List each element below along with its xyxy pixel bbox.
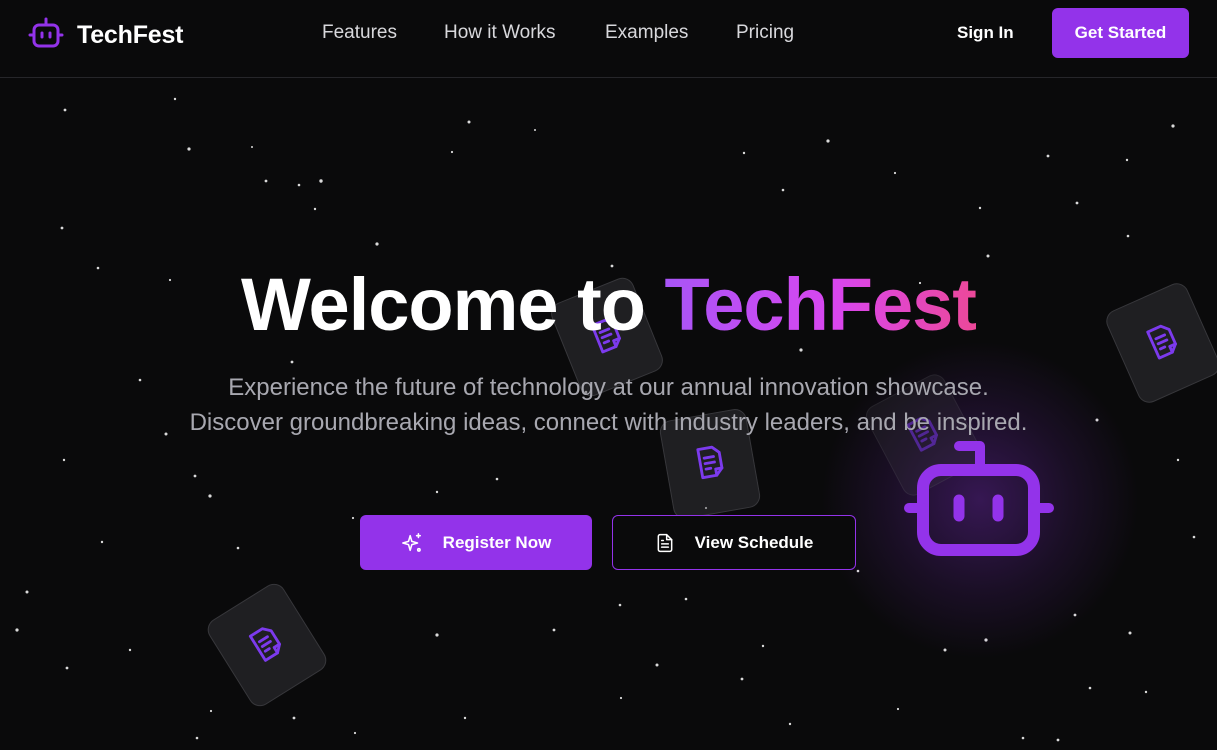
document-icon — [655, 533, 675, 553]
nav-link-how-it-works[interactable]: How it Works — [444, 22, 556, 44]
get-started-button[interactable]: Get Started — [1052, 8, 1189, 58]
hero-subtitle: Experience the future of technology at o… — [189, 374, 1028, 436]
brand-logo[interactable]: TechFest — [28, 16, 184, 55]
hero-title-prefix: Welcome to — [241, 263, 665, 346]
document-icon — [688, 440, 733, 489]
register-now-label: Register Now — [442, 532, 552, 552]
nav-link-examples[interactable]: Examples — [605, 22, 688, 44]
robot-icon — [903, 441, 1055, 564]
robot-mascot — [903, 440, 1055, 565]
sparkles-icon — [401, 532, 423, 554]
robot-icon — [28, 16, 64, 55]
navbar: TechFest Features How it Works Examples … — [0, 0, 1217, 78]
register-now-button[interactable]: Register Now — [360, 515, 592, 570]
document-icon — [239, 617, 294, 674]
nav-link-pricing[interactable]: Pricing — [736, 22, 794, 44]
sign-in-link[interactable]: Sign In — [957, 23, 1014, 43]
brand-name: TechFest — [77, 21, 184, 49]
view-schedule-label: View Schedule — [694, 532, 814, 552]
hero-title-highlight: TechFest — [664, 263, 977, 346]
nav-link-features[interactable]: Features — [322, 22, 397, 44]
view-schedule-button[interactable]: View Schedule — [612, 515, 856, 570]
hero-title: Welcome to TechFest — [0, 262, 1217, 348]
